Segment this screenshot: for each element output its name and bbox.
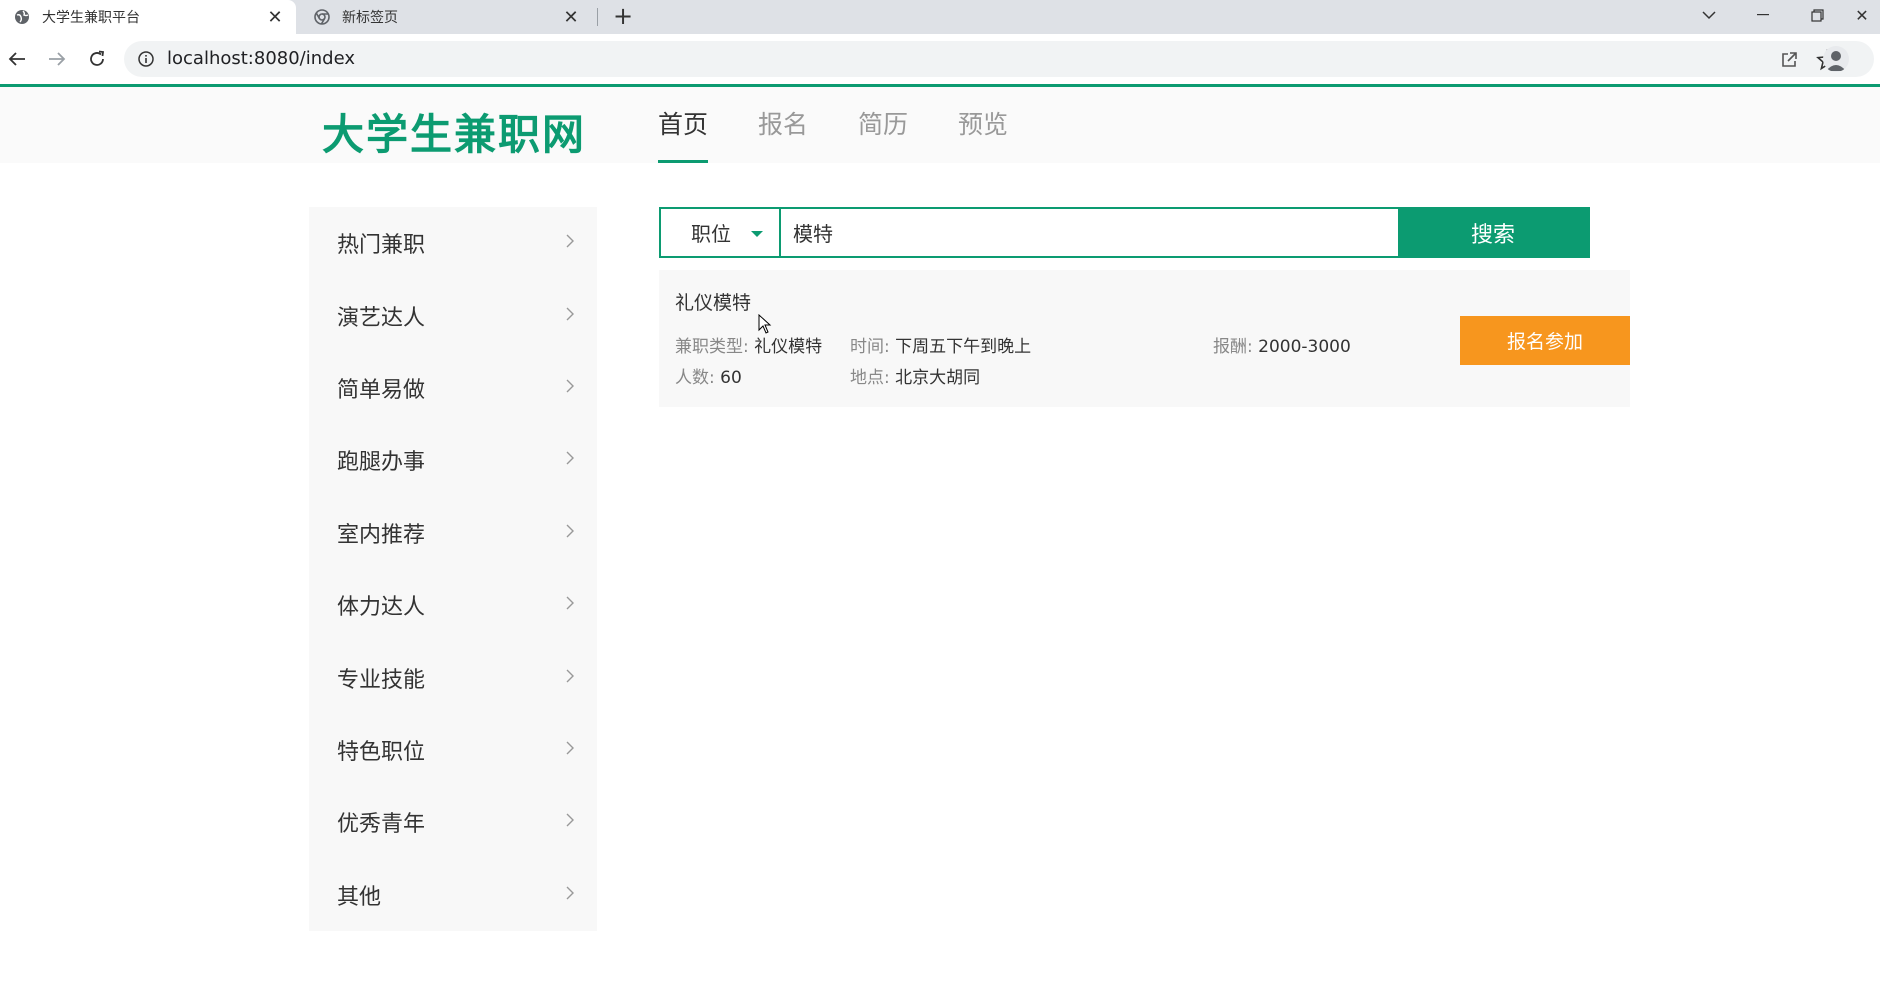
job-place-value: 北京大胡同 bbox=[895, 368, 981, 388]
sidebar-item-youth[interactable]: 优秀青年 bbox=[309, 786, 597, 858]
chrome-icon bbox=[314, 9, 330, 25]
sidebar-item-featured[interactable]: 特色职位 bbox=[309, 714, 597, 786]
share-icon[interactable] bbox=[1778, 49, 1800, 71]
nav-signup[interactable]: 报名 bbox=[758, 87, 808, 163]
nav-resume[interactable]: 简历 bbox=[858, 87, 908, 163]
sidebar-item-label: 专业技能 bbox=[337, 667, 426, 693]
minimize-icon[interactable] bbox=[1736, 0, 1790, 30]
sidebar-item-label: 演艺达人 bbox=[337, 305, 426, 331]
chevron-right-icon bbox=[566, 451, 574, 465]
job-place-field: 地点: 北京大胡同 bbox=[850, 363, 980, 388]
url-text: localhost:8080/index bbox=[167, 48, 355, 69]
sidebar-item-label: 跑腿办事 bbox=[337, 450, 426, 476]
sidebar-item-indoor[interactable]: 室内推荐 bbox=[309, 497, 597, 569]
mouse-cursor-icon bbox=[758, 314, 772, 334]
info-icon[interactable] bbox=[138, 51, 154, 67]
browser-toolbar: localhost:8080/index bbox=[0, 34, 1880, 84]
close-tab-icon[interactable]: ✕ bbox=[560, 6, 582, 28]
chevron-right-icon bbox=[566, 813, 574, 827]
search-bar: 职位 搜索 bbox=[659, 207, 1590, 258]
job-count-label: 人数: bbox=[675, 368, 715, 388]
job-pay-value: 2000-3000 bbox=[1258, 337, 1351, 357]
sidebar-item-hot[interactable]: 热门兼职 bbox=[309, 207, 597, 279]
sidebar-item-errands[interactable]: 跑腿办事 bbox=[309, 424, 597, 496]
tab-separator bbox=[597, 8, 598, 26]
sidebar-item-performing[interactable]: 演艺达人 bbox=[309, 279, 597, 351]
browser-tab-active[interactable]: 大学生兼职平台 ✕ bbox=[0, 0, 296, 34]
sidebar-item-label: 热门兼职 bbox=[337, 233, 426, 259]
restore-icon[interactable] bbox=[1790, 0, 1844, 30]
site-header: 大学生兼职网 首页 报名 简历 预览 bbox=[0, 87, 1880, 163]
job-count-field: 人数: 60 bbox=[675, 363, 742, 388]
search-type-value: 职位 bbox=[691, 222, 731, 246]
job-count-value: 60 bbox=[720, 368, 742, 388]
search-input[interactable] bbox=[783, 209, 1399, 256]
tab-search-chevron-icon[interactable] bbox=[1682, 0, 1736, 30]
back-arrow-icon[interactable] bbox=[2, 44, 32, 74]
sidebar-item-label: 其他 bbox=[337, 884, 382, 910]
close-window-icon[interactable]: ✕ bbox=[1844, 0, 1880, 30]
job-title[interactable]: 礼仪模特 bbox=[675, 288, 751, 315]
nav-home[interactable]: 首页 bbox=[658, 87, 709, 163]
job-pay-label: 报酬: bbox=[1213, 337, 1253, 357]
globe-icon bbox=[15, 10, 29, 24]
chevron-right-icon bbox=[566, 524, 574, 538]
sidebar-item-other[interactable]: 其他 bbox=[309, 859, 597, 931]
job-pay-field: 报酬: 2000-3000 bbox=[1213, 332, 1351, 357]
sidebar-item-label: 室内推荐 bbox=[337, 522, 426, 548]
chevron-right-icon bbox=[566, 886, 574, 900]
search-button[interactable]: 搜索 bbox=[1398, 209, 1588, 256]
site-logo[interactable]: 大学生兼职网 bbox=[322, 101, 586, 162]
tab-title: 大学生兼职平台 bbox=[42, 10, 140, 26]
job-time-label: 时间: bbox=[850, 337, 890, 357]
job-type-field: 兼职类型: 礼仪模特 bbox=[675, 332, 822, 357]
job-type-value: 礼仪模特 bbox=[754, 337, 823, 357]
job-result-card: 礼仪模特 兼职类型: 礼仪模特 时间: 下周五下午到晚上 报酬: 2000-30… bbox=[659, 270, 1630, 407]
new-tab-plus-icon[interactable]: + bbox=[610, 4, 636, 30]
sidebar-item-physical[interactable]: 体力达人 bbox=[309, 569, 597, 641]
chevron-right-icon bbox=[566, 307, 574, 321]
forward-arrow-icon[interactable] bbox=[42, 44, 72, 74]
address-bar[interactable]: localhost:8080/index bbox=[124, 41, 1874, 77]
job-time-field: 时间: 下周五下午到晚上 bbox=[850, 332, 1031, 357]
nav-preview[interactable]: 预览 bbox=[958, 87, 1008, 163]
apply-button[interactable]: 报名参加 bbox=[1460, 316, 1630, 365]
chevron-right-icon bbox=[566, 234, 574, 248]
sidebar-item-label: 体力达人 bbox=[337, 595, 426, 621]
job-place-label: 地点: bbox=[850, 368, 890, 388]
sidebar-item-label: 简单易做 bbox=[337, 377, 426, 403]
caret-down-icon bbox=[751, 231, 763, 237]
chevron-right-icon bbox=[566, 669, 574, 683]
job-type-label: 兼职类型: bbox=[675, 337, 749, 357]
chevron-right-icon bbox=[566, 596, 574, 610]
close-tab-icon[interactable]: ✕ bbox=[264, 6, 286, 28]
chevron-right-icon bbox=[566, 379, 574, 393]
reload-icon[interactable] bbox=[82, 44, 112, 74]
chevron-right-icon bbox=[566, 741, 574, 755]
browser-tabstrip: 大学生兼职平台 ✕ 新标签页 ✕ + ✕ bbox=[0, 0, 1880, 34]
sidebar-item-label: 优秀青年 bbox=[337, 812, 426, 838]
sidebar-item-label: 特色职位 bbox=[337, 739, 426, 765]
profile-avatar-icon[interactable] bbox=[1823, 46, 1849, 72]
job-time-value: 下周五下午到晚上 bbox=[895, 337, 1032, 357]
search-type-select[interactable]: 职位 bbox=[661, 209, 781, 256]
main-nav: 首页 报名 简历 预览 bbox=[658, 87, 1058, 163]
browser-tab-inactive[interactable]: 新标签页 ✕ bbox=[300, 0, 592, 34]
category-sidebar: 热门兼职 演艺达人 简单易做 跑腿办事 室内推荐 体力达人 专业技能 特色职位 … bbox=[309, 207, 597, 931]
tab-title: 新标签页 bbox=[342, 10, 398, 26]
sidebar-item-easy[interactable]: 简单易做 bbox=[309, 352, 597, 424]
sidebar-item-skills[interactable]: 专业技能 bbox=[309, 641, 597, 713]
